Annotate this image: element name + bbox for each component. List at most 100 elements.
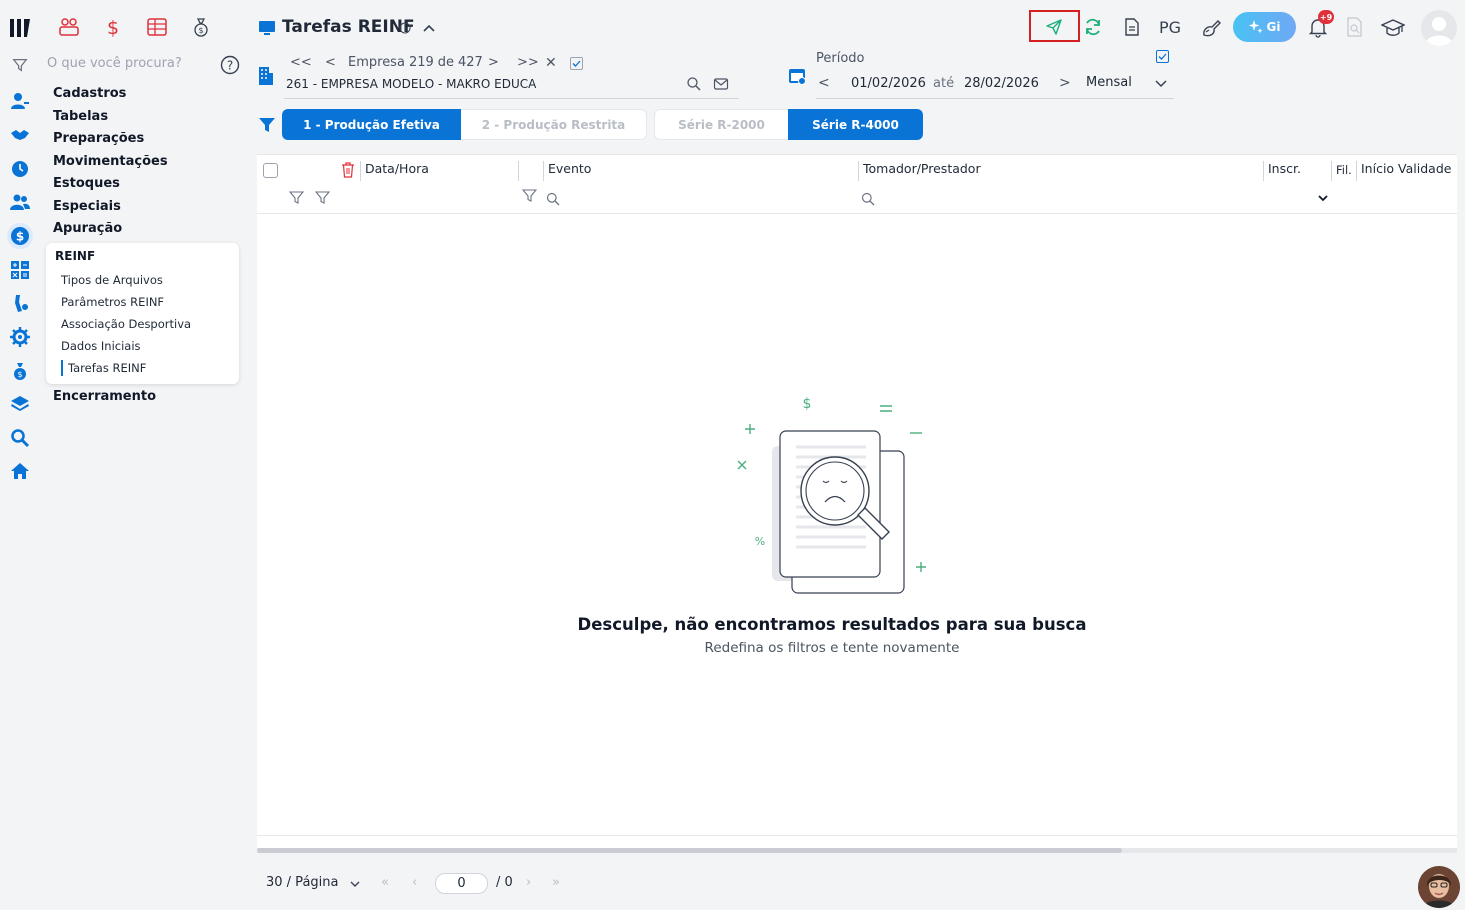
tab-producao-efetiva[interactable]: 1 - Produção Efetiva: [282, 109, 461, 140]
chevron-down-icon[interactable]: [348, 877, 362, 891]
money-bag-icon[interactable]: $: [8, 359, 32, 383]
column-divider: [360, 161, 361, 181]
next-company-button[interactable]: >: [488, 55, 499, 70]
handshake-icon[interactable]: [8, 123, 32, 147]
filter-icon[interactable]: [8, 53, 32, 77]
period-end[interactable]: 28/02/2026: [964, 76, 1039, 91]
help-icon[interactable]: ?: [220, 55, 240, 75]
company-checkbox[interactable]: [570, 57, 583, 70]
tab-serie-r2000[interactable]: Série R-2000: [654, 109, 788, 140]
column-data-hora[interactable]: Data/Hora: [365, 161, 429, 176]
tab-serie-r4000[interactable]: Série R-4000: [788, 109, 923, 140]
svg-text:$: $: [107, 17, 119, 38]
collapse-chevron-icon[interactable]: [421, 20, 437, 36]
chevron-down-icon[interactable]: [1316, 191, 1330, 205]
company-of: de: [437, 55, 455, 70]
filter-icon[interactable]: [289, 190, 304, 205]
column-inicio-validade[interactable]: Início Validade: [1361, 161, 1451, 176]
support-avatar[interactable]: [1418, 866, 1460, 908]
users-icon[interactable]: [8, 190, 32, 214]
app-logo[interactable]: [8, 16, 32, 40]
column-tomador-prestador[interactable]: Tomador/Prestador: [863, 161, 981, 176]
menu-cadastros[interactable]: Cadastros: [53, 86, 126, 101]
home-icon[interactable]: [8, 459, 32, 483]
next-period-button[interactable]: >: [1059, 75, 1071, 91]
column-divider: [1331, 161, 1332, 181]
refresh-icon[interactable]: [1083, 17, 1103, 37]
period-mode-select[interactable]: Mensal: [1086, 75, 1132, 90]
layers-icon[interactable]: [8, 392, 32, 416]
filter-icon[interactable]: [522, 188, 537, 203]
filter-funnel-icon[interactable]: [258, 116, 276, 134]
submenu-item-tarefas[interactable]: Tarefas REINF: [68, 361, 146, 375]
svg-text:$: $: [17, 370, 22, 379]
tools-icon[interactable]: [8, 291, 32, 315]
company-search-icon[interactable]: [686, 76, 702, 92]
empty-state-subtitle: Redefina os filtros e tente novamente: [704, 640, 960, 656]
first-page-button[interactable]: «: [381, 875, 389, 890]
clock-icon[interactable]: [8, 157, 32, 181]
settings-icon[interactable]: [8, 325, 32, 349]
calculator-icon[interactable]: [8, 258, 32, 282]
graduation-cap-icon[interactable]: [1381, 17, 1405, 39]
dollar-icon[interactable]: $: [100, 14, 126, 40]
page-size-select[interactable]: 30 / Página: [266, 875, 338, 890]
submenu-item-tipos-arquivos[interactable]: Tipos de Arquivos: [61, 273, 163, 287]
column-fil[interactable]: Fil.: [1336, 163, 1352, 177]
company-label: Empresa: [348, 55, 405, 70]
menu-tabelas[interactable]: Tabelas: [53, 109, 108, 124]
registrations-icon[interactable]: [8, 89, 32, 113]
column-evento[interactable]: Evento: [548, 161, 591, 176]
menu-movimentacoes[interactable]: Movimentações: [53, 154, 168, 169]
clear-company-icon[interactable]: ✕: [545, 55, 557, 71]
search-input[interactable]: O que você procura?: [47, 56, 182, 71]
chevron-down-icon[interactable]: [1154, 76, 1168, 90]
submenu-item-associacao[interactable]: Associação Desportiva: [61, 317, 191, 331]
send-button[interactable]: [1029, 10, 1080, 42]
money-sack-icon[interactable]: $: [188, 14, 214, 40]
period-start[interactable]: 01/02/2026: [851, 76, 926, 91]
info-icon[interactable]: [399, 22, 411, 34]
prev-period-button[interactable]: <: [818, 75, 830, 91]
spreadsheet-icon[interactable]: [144, 14, 170, 40]
trash-icon[interactable]: [341, 162, 355, 178]
scrollbar-thumb[interactable]: [257, 848, 1122, 853]
last-company-button[interactable]: >>: [517, 55, 539, 70]
menu-estoques[interactable]: Estoques: [53, 176, 120, 191]
prev-company-button[interactable]: <: [325, 55, 336, 70]
finance-icon[interactable]: $: [7, 223, 33, 249]
menu-apuracao[interactable]: Apuração: [53, 221, 122, 236]
filter-icon[interactable]: [315, 190, 330, 205]
page-title: Tarefas REINF: [282, 17, 415, 37]
search-icon[interactable]: [8, 426, 32, 450]
last-page-button[interactable]: »: [552, 875, 560, 890]
search-icon[interactable]: [861, 192, 875, 206]
horizontal-scrollbar[interactable]: [257, 848, 1457, 853]
submenu-item-parametros[interactable]: Parâmetros REINF: [61, 295, 164, 309]
search-icon[interactable]: [546, 192, 560, 206]
page-input[interactable]: 0: [435, 873, 488, 894]
menu-preparacoes[interactable]: Preparações: [53, 131, 144, 146]
document-icon[interactable]: [1122, 17, 1142, 37]
period-checkbox[interactable]: [1156, 50, 1169, 63]
first-company-button[interactable]: <<: [290, 55, 312, 70]
submenu-title[interactable]: REINF: [55, 249, 95, 263]
mail-icon[interactable]: [713, 76, 729, 92]
pg-button[interactable]: PG: [1159, 18, 1181, 37]
brush-icon[interactable]: [1200, 17, 1222, 39]
report-search-icon[interactable]: [1346, 17, 1364, 37]
avatar[interactable]: [1421, 10, 1457, 46]
company-current: 219: [408, 55, 434, 70]
prev-page-button[interactable]: ‹: [412, 875, 417, 890]
next-page-button[interactable]: ›: [526, 875, 531, 890]
people-icon[interactable]: [56, 14, 82, 40]
company-name[interactable]: 261 - EMPRESA MODELO - MAKRO EDUCA: [286, 77, 536, 91]
menu-especiais[interactable]: Especiais: [53, 199, 121, 214]
tab-producao-restrita[interactable]: 2 - Produção Restrita: [461, 109, 647, 140]
select-all-checkbox[interactable]: [263, 163, 278, 178]
gi-assistant-button[interactable]: Gi: [1233, 12, 1296, 42]
submenu-item-dados-iniciais[interactable]: Dados Iniciais: [61, 339, 141, 353]
period-to: até: [933, 76, 955, 91]
column-inscr[interactable]: Inscr.: [1268, 161, 1301, 176]
menu-encerramento[interactable]: Encerramento: [53, 389, 156, 404]
